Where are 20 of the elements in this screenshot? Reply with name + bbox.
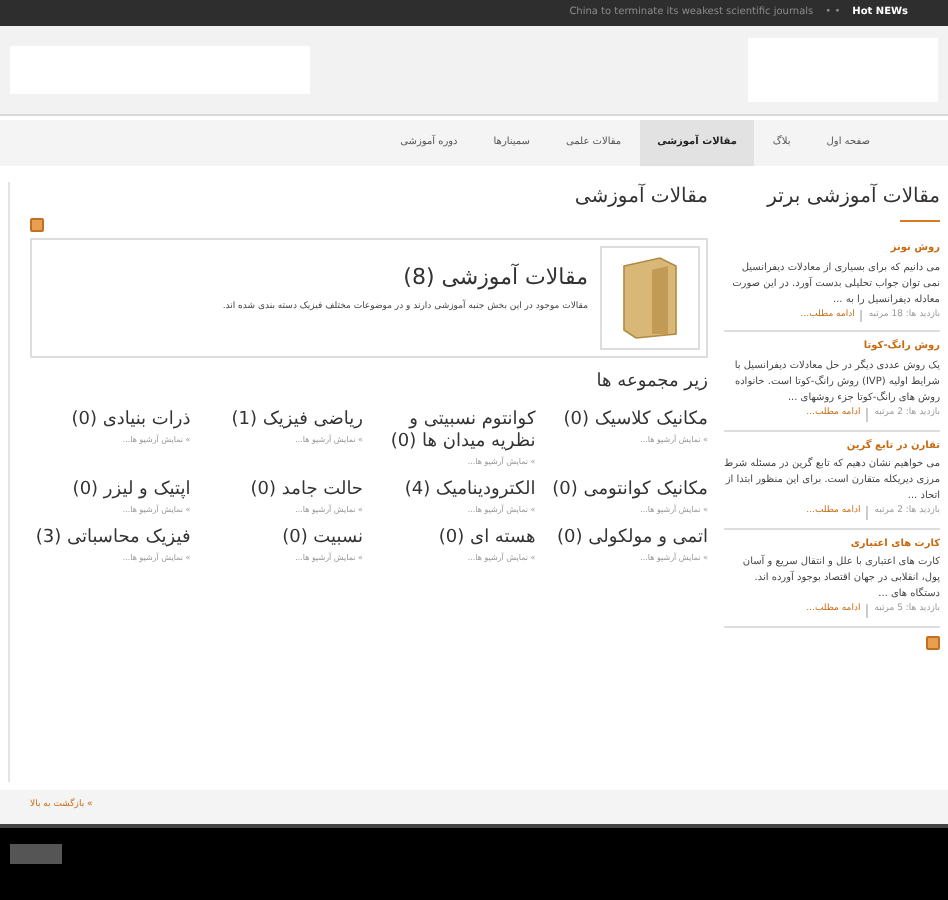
subcategory-title[interactable]: نسبیت (0) [202,527,363,549]
subcategory-title[interactable]: اتمی و مولکولی (0) [547,527,708,549]
folder-icon [600,246,700,350]
subcategory-title[interactable]: الکترودینامیک (4) [375,479,536,501]
rss-icon[interactable] [30,218,44,232]
subcategory-title[interactable]: مکانیک کوانتومی (0) [547,479,708,501]
subcategory-title[interactable]: ذرات بنیادی (0) [30,409,191,431]
subcategory-title[interactable]: هسته ای (0) [375,527,536,549]
subcategory-title[interactable]: حالت جامد (0) [202,479,363,501]
sidebar-title: مقالات آموزشی برتر [764,182,940,212]
subcategory-title[interactable]: فیزیک محاسباتی (3) [30,527,191,549]
category-title[interactable]: مقالات آموزشی (8) [222,262,588,295]
page-title: مقالات آموزشی [572,182,708,212]
rss-icon[interactable] [926,636,940,650]
subcategory-title[interactable]: مکانیک کلاسیک (0) [547,409,708,431]
logo-block [10,844,62,864]
subcategories-heading: زیر مجموعه ها [594,370,708,396]
subcategory-title[interactable]: اپتیک و لیزر (0) [30,479,191,501]
subcategory-title[interactable]: ریاضی فیزیک (1) [202,409,363,431]
subcategory-title[interactable]: کوانتوم نسبیتی و نظریه میدان ها (0) [375,409,536,453]
